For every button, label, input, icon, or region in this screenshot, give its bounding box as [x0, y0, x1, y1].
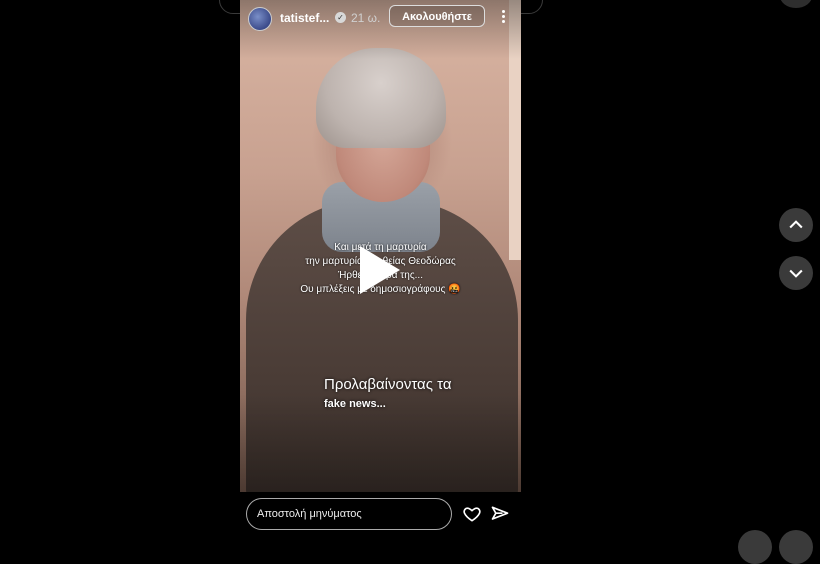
- previous-story-button[interactable]: [779, 208, 813, 242]
- story-header: tatistef... ✓ 21 ω. Ακολουθήστε: [240, 0, 521, 36]
- volume-button[interactable]: [779, 530, 813, 564]
- story-footer: Αποστολή μηνύματος: [240, 492, 521, 547]
- follow-button[interactable]: Ακολουθήστε: [389, 5, 485, 27]
- close-button[interactable]: [780, 0, 812, 8]
- overlay-text-title: Προλαβαίνοντας τα: [324, 376, 452, 393]
- message-input[interactable]: Αποστολή μηνύματος: [246, 498, 452, 530]
- verified-icon: ✓: [335, 12, 346, 23]
- send-icon[interactable]: [490, 504, 510, 524]
- overlay-text-subtitle: fake news...: [324, 398, 386, 410]
- avatar[interactable]: [248, 7, 272, 31]
- post-time: 21 ω.: [351, 11, 381, 25]
- play-icon[interactable]: [360, 246, 400, 294]
- chevron-up-icon: [789, 220, 803, 229]
- pip-button[interactable]: [738, 530, 772, 564]
- more-icon[interactable]: [498, 8, 508, 26]
- chevron-down-icon: [789, 269, 803, 278]
- story-viewer[interactable]: tatistef... ✓ 21 ω. Ακολουθήστε Και μετά…: [240, 0, 521, 547]
- heart-icon[interactable]: [462, 504, 482, 524]
- username[interactable]: tatistef...: [280, 11, 329, 25]
- next-story-button[interactable]: [779, 256, 813, 290]
